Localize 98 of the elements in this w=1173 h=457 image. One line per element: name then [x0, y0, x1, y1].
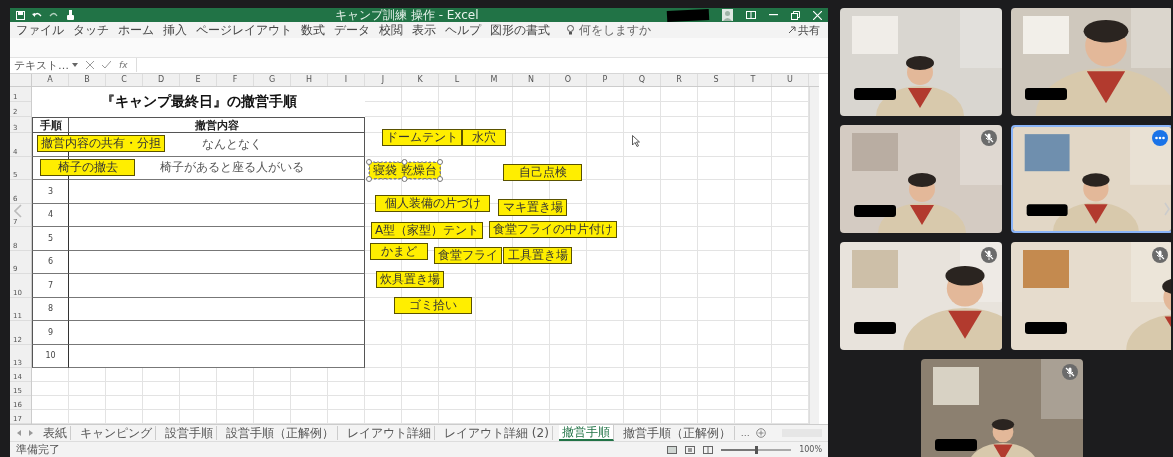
column-header[interactable]: H [291, 74, 328, 86]
ribbon-tab[interactable]: タッチ [73, 21, 109, 39]
lightbulb-icon [567, 25, 574, 36]
column-header[interactable]: B [69, 74, 106, 86]
sheet-tab[interactable]: キャンピング [77, 426, 156, 440]
previous-sheet-icon[interactable] [16, 430, 22, 436]
caret-icon [72, 63, 78, 68]
sheet-tab[interactable]: 表紙 [40, 426, 71, 440]
normal-view-icon[interactable] [667, 445, 678, 454]
search-field[interactable]: 何をしますか [579, 21, 651, 39]
text-box-shape[interactable]: 撤営内容の共有・分担 [37, 135, 165, 152]
column-header[interactable]: J [365, 74, 402, 86]
name-box[interactable]: テキスト… [14, 57, 78, 73]
ribbon-tab[interactable]: 校閲 [379, 21, 403, 39]
save-icon[interactable] [16, 10, 25, 20]
text-box-shape[interactable]: 椅子の撤去 [40, 159, 135, 176]
ribbon-tab[interactable]: ファイル [16, 21, 64, 39]
table-cell: 6 [32, 250, 69, 274]
text-box-shape[interactable]: 食堂フライの中片付け [489, 221, 617, 238]
sheet-title: 『キャンプ最終日』の撤営手順 [100, 93, 297, 111]
text-box-shape[interactable]: A型（家型）テント [371, 222, 484, 239]
table-header: 撤営内容 [69, 117, 365, 133]
sheet-tab[interactable]: レイアウト詳細 [344, 426, 435, 440]
text-box-shape[interactable]: 炊具置き場 [376, 271, 444, 288]
column-header[interactable]: Q [624, 74, 661, 86]
ribbon-tab[interactable]: 挿入 [163, 21, 187, 39]
column-header[interactable]: F [217, 74, 254, 86]
status-text: 準備完了 [16, 442, 60, 457]
close-icon[interactable] [813, 10, 822, 20]
sheet-tab[interactable]: 撤営手順 [558, 425, 614, 441]
table-cell: 10 [32, 344, 69, 368]
text-box-shape[interactable]: 自己点検 [503, 164, 582, 181]
sheet-tab[interactable]: 設営手順（正解例） [223, 426, 338, 440]
column-header[interactable]: G [254, 74, 291, 86]
column-header[interactable]: T [735, 74, 772, 86]
enter-icon[interactable] [102, 61, 111, 70]
ribbon-tab[interactable]: ヘルプ [445, 21, 481, 39]
column-header[interactable]: O [550, 74, 587, 86]
column-header[interactable]: D [143, 74, 180, 86]
avatar-icon[interactable] [722, 9, 733, 22]
zoom-slider[interactable] [721, 448, 792, 451]
add-sheet-icon[interactable] [755, 428, 766, 438]
column-header[interactable]: U [772, 74, 809, 86]
table-cell: 9 [32, 321, 69, 345]
cancel-icon[interactable] [86, 61, 94, 70]
text-box-shape[interactable]: マキ置き場 [498, 199, 567, 216]
share-button[interactable]: 共有 [786, 22, 822, 38]
text-box-shape[interactable]: 個人装備の片づけ [375, 195, 490, 212]
table-cell: 8 [32, 297, 69, 321]
touch-mode-icon[interactable] [66, 10, 75, 21]
column-header[interactable]: A [32, 74, 69, 86]
column-header[interactable]: K [402, 74, 439, 86]
column-header[interactable]: I [328, 74, 365, 86]
sheet-tab[interactable]: 撤営手順（正解例） [619, 426, 735, 440]
column-header[interactable]: M [476, 74, 513, 86]
page-break-icon[interactable] [703, 445, 714, 454]
page-layout-icon[interactable] [685, 445, 696, 454]
ribbon-tab[interactable]: ホーム [118, 21, 154, 39]
column-header[interactable]: R [661, 74, 698, 86]
cell-grid[interactable]: 『キャンプ最終日』の撤営手順 手順 撤営内容 なんとなく 椅子があると座る人がいる 3 4 5 6 7 8 9 10 撤営内容の共有・分担 椅子の撤去 ドームテント 水穴 寝袋 乾燥台 自己点検 個人装備の片づけ マキ置き場 A型（家型）テント 食堂フライの中片付け かまど 食堂フライ 工具置き場 炊具置き場 ゴミ拾い [32, 87, 809, 424]
next-sheet-icon[interactable] [28, 430, 34, 436]
zoom-level[interactable]: 100% [799, 445, 822, 454]
column-header[interactable]: C [106, 74, 143, 86]
mouse-pointer-icon [632, 135, 640, 147]
sheet-tab[interactable]: 設営手順 [162, 426, 217, 440]
sheet-tab[interactable]: レイアウト詳細 (2) [441, 426, 553, 440]
window-title: キャンプ訓練 操作 - Excel [335, 8, 479, 23]
redaction-bar [666, 8, 710, 22]
text-box-shape[interactable]: ドームテント [382, 129, 462, 146]
ribbon-tab[interactable]: 表示 [412, 21, 436, 39]
column-header[interactable]: S [698, 74, 735, 86]
table-cell: 4 [32, 203, 69, 227]
table-cell: 7 [32, 274, 69, 298]
column-header[interactable]: N [513, 74, 550, 86]
column-header[interactable]: P [587, 74, 624, 86]
selection-handles-icon[interactable] [365, 158, 444, 184]
text-box-shape[interactable]: かまど [370, 243, 428, 260]
more-sheets-button[interactable]: … [740, 428, 750, 438]
table-header: 手順 [32, 117, 69, 133]
ribbon-tab[interactable]: 数式 [301, 21, 325, 39]
ribbon-tab[interactable]: 図形の書式 [490, 21, 550, 39]
text-box-shape[interactable]: ゴミ拾い [394, 297, 472, 314]
text-box-shape[interactable]: 工具置き場 [503, 247, 572, 264]
text-box-shape[interactable]: 水穴 [462, 129, 506, 146]
text-box-shape[interactable]: 食堂フライ [434, 247, 502, 264]
ribbon-tab[interactable]: データ [334, 21, 370, 39]
restore-icon[interactable] [791, 10, 800, 20]
ribbon-tab[interactable]: ページレイアウト [196, 21, 292, 39]
column-header[interactable]: E [180, 74, 217, 86]
ribbon-display-icon[interactable] [746, 11, 756, 20]
more-options-icon[interactable] [1152, 130, 1168, 146]
vertical-scrollbar[interactable] [809, 87, 819, 424]
minimize-icon[interactable] [769, 14, 778, 17]
column-header[interactable]: L [439, 74, 476, 86]
table-cell: 5 [32, 227, 69, 251]
insert-function-button[interactable]: fx [119, 60, 128, 71]
table-cell: 3 [32, 180, 69, 204]
share-icon [788, 26, 796, 35]
